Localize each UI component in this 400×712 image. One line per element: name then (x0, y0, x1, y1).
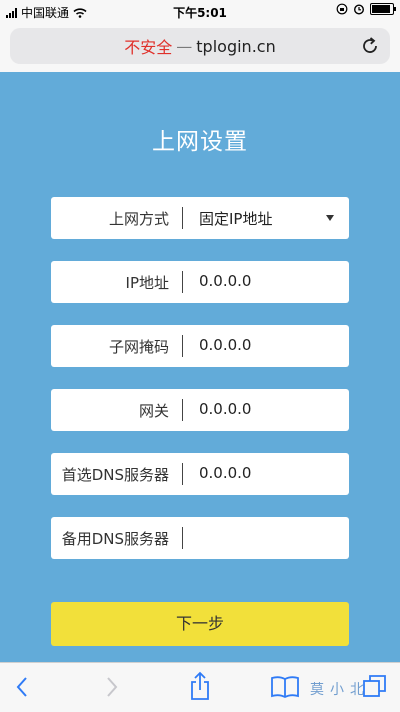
gateway-value[interactable]: 0.0.0.0 (199, 400, 251, 418)
browser-address-area: 不安全 — tplogin.cn (0, 22, 400, 72)
browser-toolbar: 莫小北 (0, 662, 400, 712)
tabs-icon[interactable] (362, 673, 388, 699)
field-divider (182, 207, 183, 229)
url-domain: tplogin.cn (196, 36, 276, 56)
field-label: 备用DNS服务器 (61, 530, 169, 548)
primary-dns-field[interactable]: 首选DNS服务器 0.0.0.0 (51, 453, 349, 495)
field-label: 子网掩码 (108, 338, 169, 356)
page-title: 上网设置 (152, 129, 248, 155)
back-icon[interactable] (14, 675, 30, 699)
share-icon[interactable] (188, 671, 212, 701)
field-label: 上网方式 (108, 210, 169, 228)
status-right (336, 3, 396, 15)
subnet-mask-value[interactable]: 0.0.0.0 (199, 336, 251, 354)
ip-address-value[interactable]: 0.0.0.0 (199, 272, 251, 290)
field-divider (182, 335, 183, 357)
lock-rotation-icon (336, 3, 348, 15)
battery-icon (370, 3, 396, 15)
connection-type-value: 固定IP地址 (199, 210, 273, 228)
field-label: IP地址 (125, 274, 169, 292)
next-step-button[interactable]: 下一步 (51, 602, 349, 646)
router-setup-page: 上网设置 上网方式 固定IP地址 IP地址 0.0.0.0 子网掩码 0.0.0… (0, 72, 400, 662)
ip-address-field[interactable]: IP地址 0.0.0.0 (51, 261, 349, 303)
dropdown-arrow-icon[interactable] (326, 215, 334, 221)
reload-icon[interactable] (360, 36, 380, 56)
security-warning: 不安全 (124, 38, 173, 57)
subnet-mask-field[interactable]: 子网掩码 0.0.0.0 (51, 325, 349, 367)
field-divider (182, 399, 183, 421)
primary-dns-value[interactable]: 0.0.0.0 (199, 464, 251, 482)
bookmarks-icon[interactable] (270, 675, 300, 699)
alarm-icon (353, 4, 365, 15)
field-divider (182, 527, 183, 549)
url-separator: — (176, 36, 193, 56)
field-label: 网关 (138, 402, 169, 420)
field-label: 首选DNS服务器 (61, 466, 169, 484)
gateway-field[interactable]: 网关 0.0.0.0 (51, 389, 349, 431)
status-bar: 中国联通 下午5:01 (0, 0, 400, 22)
field-divider (182, 271, 183, 293)
forward-icon[interactable] (104, 675, 120, 699)
address-bar[interactable]: 不安全 — tplogin.cn (10, 28, 390, 64)
field-divider (182, 463, 183, 485)
watermark-text: 莫小北 (310, 682, 370, 698)
connection-type-select[interactable]: 上网方式 固定IP地址 (51, 197, 349, 239)
secondary-dns-field[interactable]: 备用DNS服务器 (51, 517, 349, 559)
